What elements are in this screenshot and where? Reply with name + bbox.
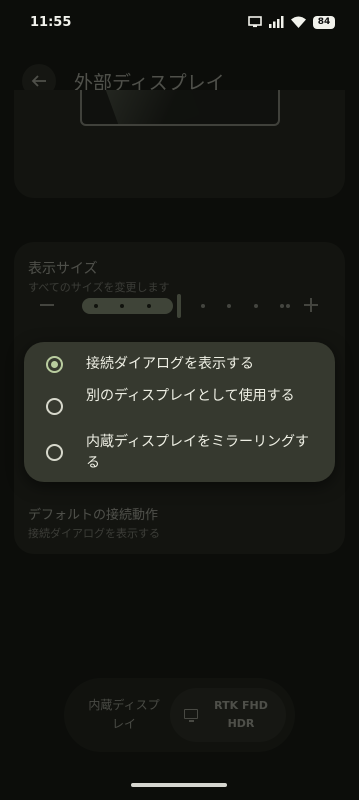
display-switcher: 内蔵ディスプレイ RTK FHD HDR: [64, 678, 295, 752]
option-label: 内蔵ディスプレイをミラーリングする: [86, 434, 310, 471]
display-size-title: 表示サイズ: [28, 261, 98, 277]
radio-button[interactable]: [46, 398, 63, 415]
default-connection-subtitle: 接続ダイアログを表示する: [28, 527, 160, 540]
slider-step-dot: [227, 304, 232, 308]
radio-button[interactable]: [46, 444, 63, 461]
option-label: 接続ダイアログを表示する: [86, 356, 254, 372]
slider-step-dot: [201, 304, 205, 308]
slider-step-dot: [253, 304, 258, 308]
slider-step-dot: [279, 304, 284, 308]
slider-thumb[interactable]: [176, 294, 181, 318]
slider-step-dot: [146, 304, 151, 308]
display-preview-card: [14, 90, 345, 198]
option-label: 別のディスプレイとして使用する: [86, 388, 295, 404]
slider-step-dot: [94, 304, 98, 308]
radio-button[interactable]: [46, 356, 63, 373]
option-show-dialog[interactable]: 接続ダイアログを表示する: [24, 354, 335, 378]
home-indicator[interactable]: [131, 783, 227, 787]
minus-icon[interactable]: [40, 304, 54, 306]
external-display-button[interactable]: RTK FHD HDR: [170, 688, 286, 742]
default-connection-title[interactable]: デフォルトの接続動作: [28, 504, 158, 523]
display-preview: [80, 90, 280, 126]
slider-step-dot: [286, 304, 290, 308]
monitor-icon: [184, 709, 198, 719]
option-mirror-display[interactable]: 内蔵ディスプレイをミラーリングする: [24, 432, 335, 476]
display-size-subtitle: すべてのサイズを変更します: [28, 281, 170, 294]
internal-display-button[interactable]: 内蔵ディスプレイ: [84, 696, 164, 734]
display-size-slider[interactable]: [82, 294, 292, 318]
connection-options-popup: 接続ダイアログを表示する 別のディスプレイとして使用する 内蔵ディスプレイをミラ…: [24, 342, 335, 482]
external-display-label: RTK FHD HDR: [214, 699, 268, 730]
back-arrow-icon: [31, 75, 46, 87]
option-extend-display[interactable]: 別のディスプレイとして使用する: [24, 386, 335, 430]
